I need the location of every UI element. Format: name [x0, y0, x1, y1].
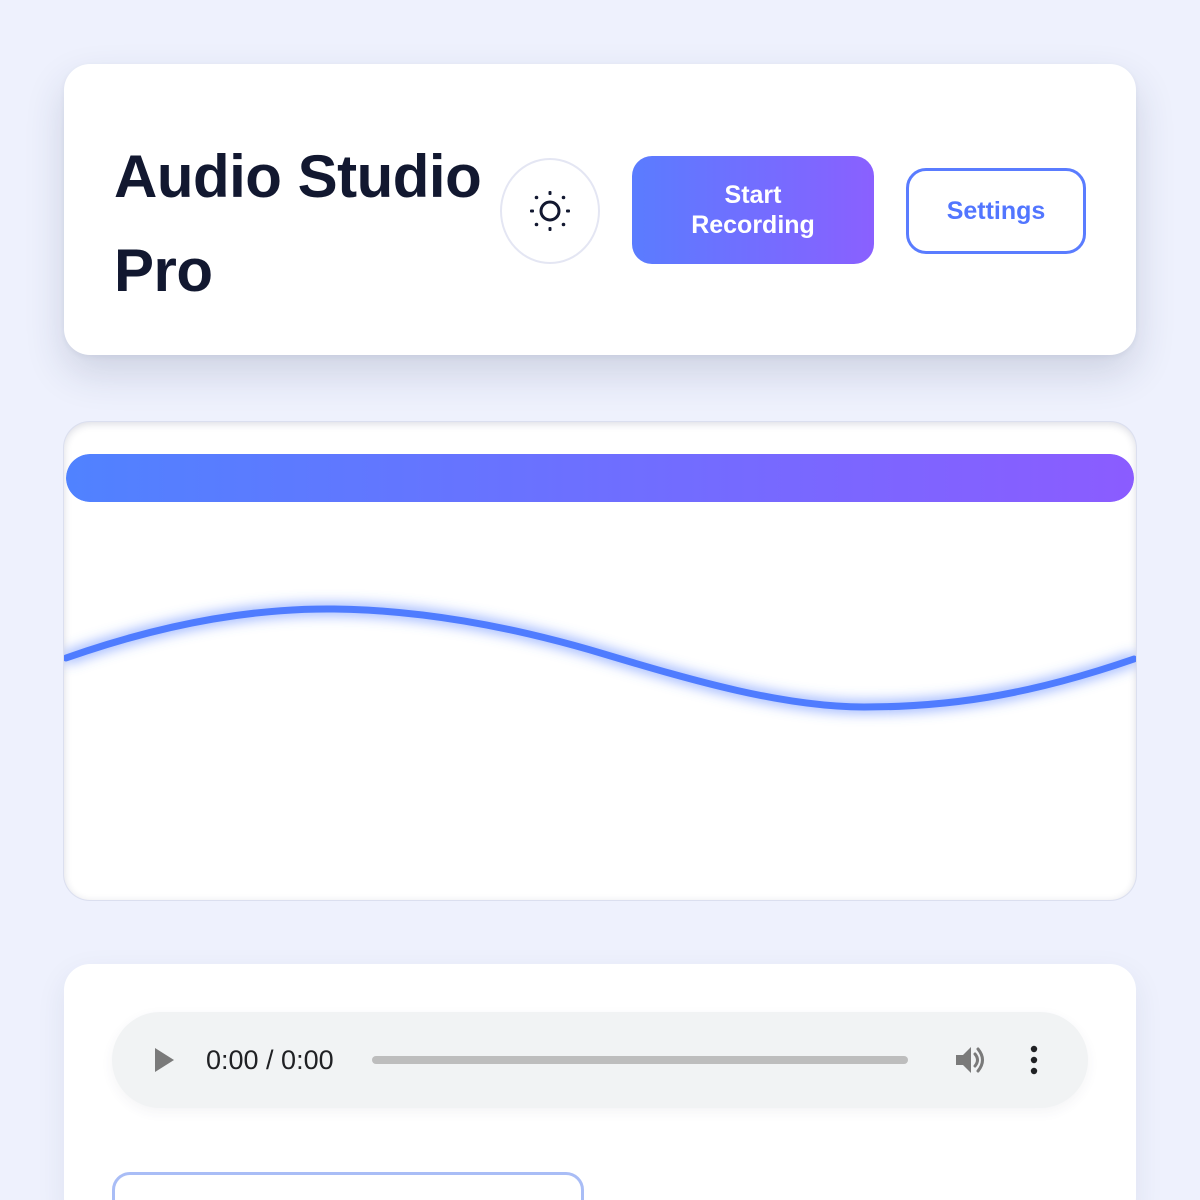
time-display: 0:00 / 0:00: [206, 1045, 334, 1075]
theme-toggle-button[interactable]: [500, 158, 600, 264]
app-page: Audio Studio Pro Start Recording Setting…: [0, 0, 1200, 1200]
player-card: 0:00 / 0:00: [64, 964, 1136, 1200]
seek-bar[interactable]: [372, 1056, 908, 1064]
play-icon[interactable]: [152, 1046, 176, 1074]
volume-icon[interactable]: [952, 1042, 988, 1078]
app-title: Audio Studio Pro: [114, 143, 482, 304]
sun-icon: [530, 191, 570, 231]
filename-input[interactable]: [112, 1172, 584, 1200]
header-card: Audio Studio Pro Start Recording Setting…: [64, 64, 1136, 355]
waveform-line: [64, 605, 1136, 711]
settings-button[interactable]: Settings: [906, 168, 1086, 254]
visualizer-card: [64, 422, 1136, 900]
more-vert-icon[interactable]: [1022, 1042, 1046, 1078]
waveform-canvas: [64, 605, 1136, 711]
audio-player: 0:00 / 0:00: [112, 1012, 1088, 1108]
start-recording-button[interactable]: Start Recording: [632, 156, 874, 264]
